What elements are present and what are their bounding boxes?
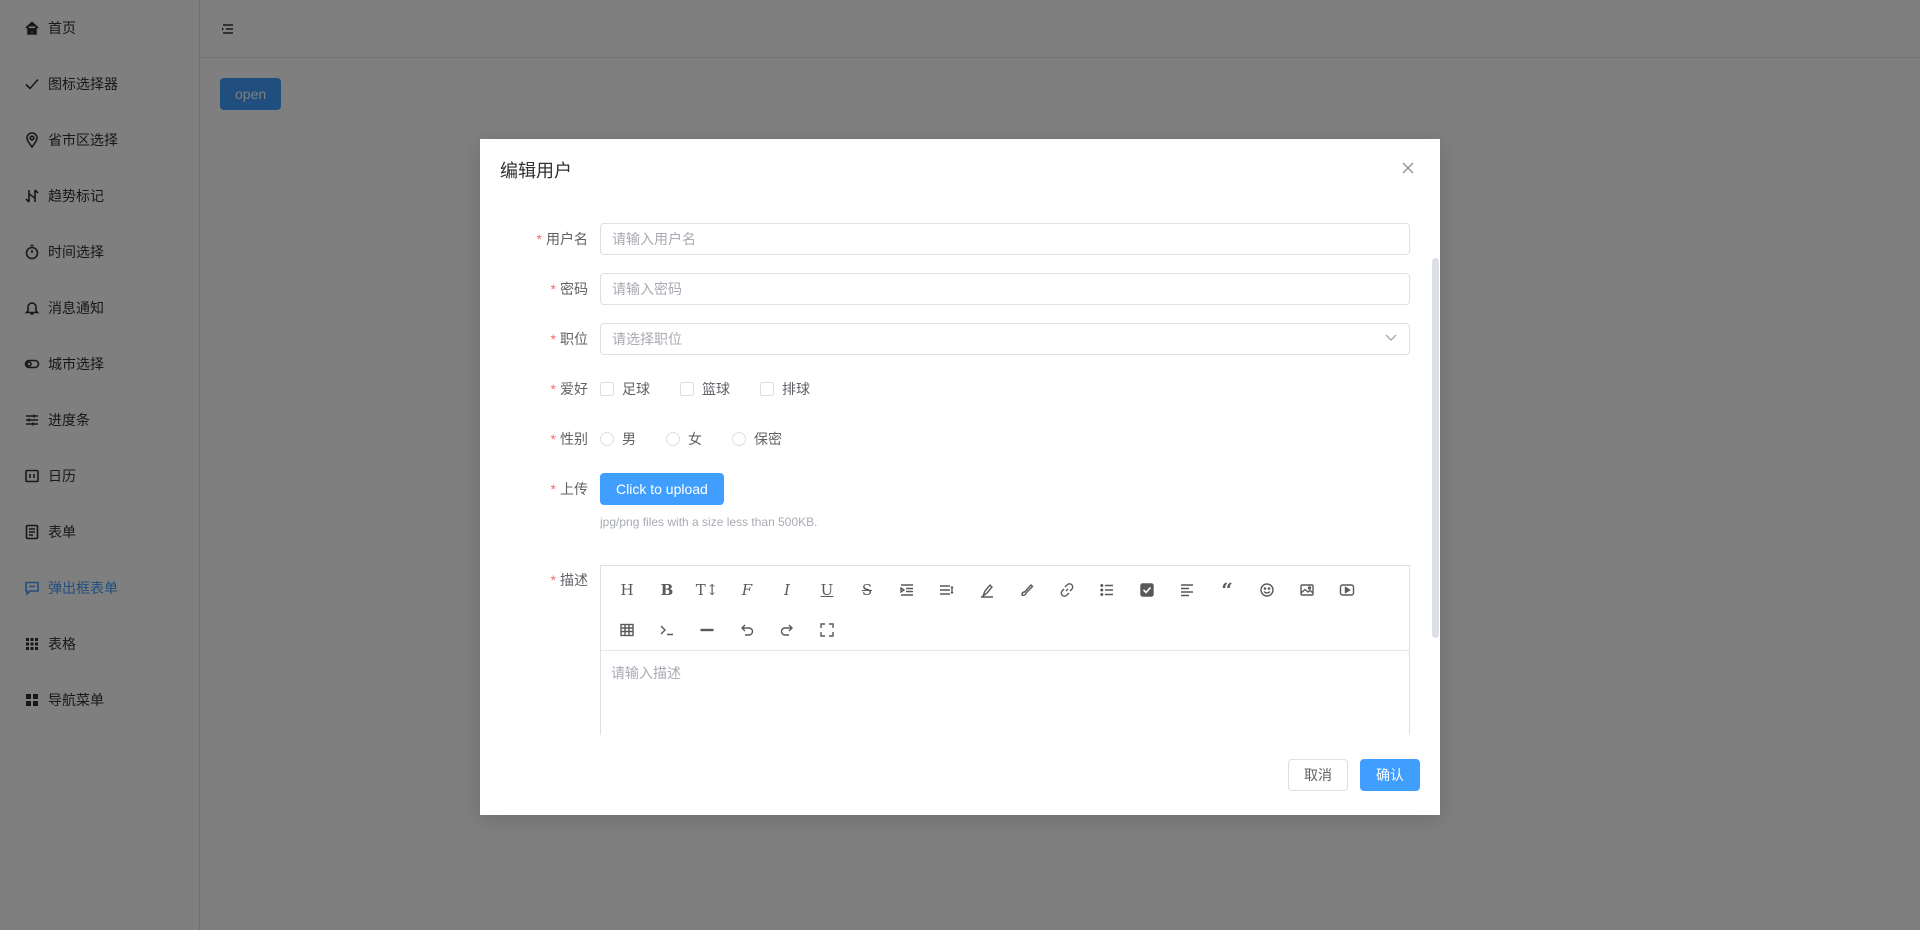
radio[interactable] [732,432,746,446]
todo-icon[interactable] [1127,570,1167,610]
required-mark: * [550,572,556,588]
required-mark: * [536,231,542,247]
form-row-upload: * 上传 Click to upload jpg/png files with a… [480,473,1410,529]
hobby-checkbox-basketball[interactable]: 篮球 [680,379,730,399]
heading-icon[interactable]: H [607,570,647,610]
line-height-icon[interactable] [927,570,967,610]
edit-user-dialog: 编辑用户 *用户名 请输入用户名 *密码 请输入密码 *职位 请选择职位 [480,139,1440,815]
dialog-header: 编辑用户 [480,139,1440,203]
dialog-title: 编辑用户 [500,161,572,181]
dialog-body: * 用户名 请输入用户名 * 密码 请输入密码 * 职位 请选择职位 * 爱好 足球 篮… [480,203,1440,735]
form-row-password: * 密码 请输入密码 [480,273,1410,305]
username-input[interactable]: 请输入用户名 [600,223,1410,255]
required-mark: * [550,331,556,347]
hobby-checkbox-football[interactable]: 足球 [600,379,650,399]
required-mark: * [550,431,556,447]
link-icon[interactable] [1047,570,1087,610]
password-input[interactable]: 请输入密码 [600,273,1410,305]
close-icon[interactable] [1402,161,1418,177]
fullscreen-icon[interactable] [807,610,847,650]
confirm-button[interactable]: 确认 [1360,759,1420,791]
upload-tip: jpg/png files with a size less than 500K… [600,515,818,529]
required-mark: * [550,481,556,497]
description-label: * 描述 [550,572,588,588]
emoji-icon[interactable] [1247,570,1287,610]
bold-icon[interactable]: B [647,570,687,610]
rich-text-editor: H B T↕ F I U S “ 请输入描述 [600,565,1410,735]
undo-icon[interactable] [727,610,767,650]
justify-icon[interactable] [1167,570,1207,610]
required-mark: * [550,381,556,397]
hobby-label: * 爱好 [550,381,588,397]
font-family-icon[interactable]: F [727,570,767,610]
password-label: * 密码 [550,281,588,297]
upload-button[interactable]: Click to upload [600,473,724,505]
image-icon[interactable] [1287,570,1327,610]
checkbox[interactable] [760,382,774,396]
upload-label: * 上传 [550,481,588,497]
form-row-username: * 用户名 请输入用户名 [480,223,1410,255]
form-row-description: * 描述 H B T↕ F I U S “ 请输入描述 [480,565,1410,735]
underline-icon[interactable]: U [807,570,847,610]
font-size-icon[interactable]: T↕ [687,570,727,610]
radio[interactable] [666,432,680,446]
background-color-icon[interactable] [1007,570,1047,610]
checkbox[interactable] [600,382,614,396]
dialog-scrollbar[interactable] [1430,258,1440,735]
form-row-position: * 职位 请选择职位 [480,323,1410,355]
dialog-footer: 取消 确认 [480,735,1440,815]
position-select[interactable]: 请选择职位 [600,323,1410,355]
code-block-icon[interactable] [647,610,687,650]
scrollbar-thumb[interactable] [1432,258,1439,638]
cancel-button[interactable]: 取消 [1288,759,1348,791]
radio[interactable] [600,432,614,446]
indent-icon[interactable] [887,570,927,610]
font-color-icon[interactable] [967,570,1007,610]
quote-icon[interactable]: “ [1207,570,1247,610]
gender-radio-female[interactable]: 女 [666,429,702,449]
position-placeholder: 请选择职位 [612,331,682,347]
bulleted-list-icon[interactable] [1087,570,1127,610]
position-label: * 职位 [550,331,588,347]
hobby-checkbox-volleyball[interactable]: 排球 [760,379,810,399]
gender-radio-male[interactable]: 男 [600,429,636,449]
redo-icon[interactable] [767,610,807,650]
video-icon[interactable] [1327,570,1367,610]
editor-toolbar: H B T↕ F I U S “ [601,566,1409,651]
chevron-down-icon [1384,324,1398,354]
checkbox[interactable] [680,382,694,396]
divider-icon[interactable] [687,610,727,650]
table-icon[interactable] [607,610,647,650]
username-label: * 用户名 [536,231,588,247]
form-row-hobby: * 爱好 足球 篮球 排球 [480,373,1410,405]
form-row-gender: * 性别 男 女 保密 [480,423,1410,455]
gender-label: * 性别 [550,431,588,447]
required-mark: * [550,281,556,297]
italic-icon[interactable]: I [767,570,807,610]
strikethrough-icon[interactable]: S [847,570,887,610]
gender-radio-secret[interactable]: 保密 [732,429,782,449]
description-editor-area[interactable]: 请输入描述 [601,651,1409,695]
